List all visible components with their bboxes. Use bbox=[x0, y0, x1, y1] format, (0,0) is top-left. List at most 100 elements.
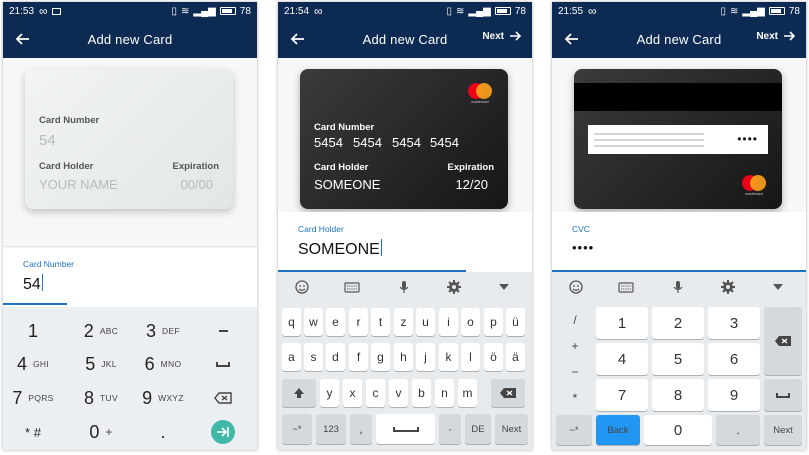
key-4[interactable]: 4 bbox=[596, 343, 648, 375]
key-k[interactable]: k bbox=[439, 343, 458, 371]
key-l[interactable]: l bbox=[461, 343, 480, 371]
next-key[interactable]: Next bbox=[764, 415, 802, 445]
backspace-key[interactable] bbox=[193, 382, 253, 414]
key-f[interactable]: f bbox=[349, 343, 368, 371]
key-4[interactable]: 4 GHI bbox=[3, 348, 63, 380]
key-5[interactable]: 5 bbox=[652, 343, 704, 375]
key-u[interactable]: u bbox=[416, 308, 435, 336]
collapse-icon[interactable] bbox=[770, 279, 786, 295]
key-star-hash[interactable]: * # bbox=[3, 416, 63, 448]
key-ae[interactable]: ä bbox=[506, 343, 525, 371]
numbers-key[interactable]: 123 bbox=[316, 414, 346, 444]
key-2[interactable]: 2 bbox=[652, 307, 704, 339]
symbols-key[interactable]: ~* bbox=[282, 414, 312, 444]
back-arrow-icon[interactable] bbox=[562, 29, 582, 49]
key-3[interactable]: 3 bbox=[708, 307, 760, 339]
settings-icon[interactable] bbox=[446, 279, 462, 295]
keyboard-icon[interactable] bbox=[618, 279, 634, 295]
shift-key[interactable] bbox=[282, 379, 316, 407]
key-o[interactable]: o bbox=[461, 308, 480, 336]
period-key[interactable]: · bbox=[439, 414, 461, 444]
key-p[interactable]: p bbox=[484, 308, 503, 336]
emoji-icon[interactable] bbox=[568, 279, 584, 295]
symbols-key[interactable]: ~* bbox=[556, 415, 592, 445]
space-key[interactable] bbox=[764, 379, 802, 411]
next-button[interactable]: Next bbox=[482, 30, 522, 42]
key-x[interactable]: x bbox=[343, 379, 362, 407]
dot-key[interactable]: . bbox=[716, 415, 760, 445]
plus-key[interactable]: + bbox=[556, 334, 594, 358]
minus-key[interactable]: − bbox=[556, 360, 594, 384]
key-a[interactable]: a bbox=[282, 343, 301, 371]
wifi-icon: ≋ bbox=[181, 5, 190, 17]
key-i[interactable]: i bbox=[439, 308, 458, 336]
key-8[interactable]: 8 TUV bbox=[71, 382, 131, 414]
key-0[interactable]: 0 + bbox=[71, 416, 131, 448]
key-7[interactable]: 7 PQRS bbox=[3, 382, 63, 414]
next-button[interactable]: Next bbox=[756, 30, 796, 42]
back-arrow-icon[interactable] bbox=[13, 29, 33, 49]
space-key[interactable] bbox=[193, 348, 253, 380]
key-8[interactable]: 8 bbox=[652, 379, 704, 411]
next-key[interactable]: Next bbox=[495, 414, 528, 444]
key-j[interactable]: j bbox=[416, 343, 435, 371]
minus-key[interactable] bbox=[193, 315, 253, 347]
asterisk-key[interactable]: * bbox=[556, 386, 594, 410]
keyboard-icon[interactable] bbox=[344, 279, 360, 295]
key-5[interactable]: 5 JKL bbox=[71, 348, 131, 380]
backspace-key[interactable] bbox=[491, 379, 525, 407]
key-1[interactable]: 1 bbox=[596, 307, 648, 339]
go-key[interactable] bbox=[193, 416, 253, 448]
status-time: 21:55 bbox=[558, 5, 584, 17]
key-7[interactable]: 7 bbox=[596, 379, 648, 411]
card-holder-field[interactable]: Card Holder SOMEONE bbox=[278, 212, 532, 272]
mic-icon[interactable] bbox=[396, 279, 412, 295]
comma-key[interactable]: , bbox=[350, 414, 372, 444]
key-b[interactable]: b bbox=[412, 379, 431, 407]
card-preview-area: mastercard Card Number 5454 5454 5454 54… bbox=[278, 58, 532, 212]
collapse-icon[interactable] bbox=[496, 279, 512, 295]
key-r[interactable]: r bbox=[349, 308, 368, 336]
key-3[interactable]: 3 DEF bbox=[133, 315, 193, 347]
key-1[interactable]: 1 bbox=[3, 315, 63, 347]
cvc-field[interactable]: CVC •••• bbox=[552, 212, 806, 272]
battery-icon bbox=[768, 7, 785, 15]
key-v[interactable]: v bbox=[389, 379, 408, 407]
space-key[interactable] bbox=[376, 414, 435, 444]
card-holder-input[interactable]: SOMEONE bbox=[298, 239, 382, 259]
key-n[interactable]: n bbox=[435, 379, 454, 407]
card-number-input[interactable]: 54 bbox=[23, 274, 43, 294]
card-number-field[interactable]: Card Number 54 bbox=[3, 248, 257, 307]
key-0[interactable]: 0 bbox=[644, 415, 712, 445]
key-c[interactable]: c bbox=[366, 379, 385, 407]
slash-key[interactable]: / bbox=[556, 308, 594, 332]
key-w[interactable]: w bbox=[304, 308, 323, 336]
key-2[interactable]: 2 ABC bbox=[71, 315, 131, 347]
emoji-icon[interactable] bbox=[294, 279, 310, 295]
key-t[interactable]: t bbox=[371, 308, 390, 336]
back-arrow-icon[interactable] bbox=[288, 29, 308, 49]
back-key[interactable]: Back bbox=[596, 415, 640, 445]
key-q[interactable]: q bbox=[282, 308, 301, 336]
key-6[interactable]: 6 MNO bbox=[133, 348, 193, 380]
cvc-input[interactable]: •••• bbox=[572, 240, 594, 255]
key-dot[interactable]: . bbox=[133, 416, 193, 448]
key-6[interactable]: 6 bbox=[708, 343, 760, 375]
key-y[interactable]: y bbox=[320, 379, 339, 407]
key-d[interactable]: d bbox=[326, 343, 345, 371]
key-e[interactable]: e bbox=[326, 308, 345, 336]
settings-icon[interactable] bbox=[720, 279, 736, 295]
mic-icon[interactable] bbox=[670, 279, 686, 295]
language-key[interactable]: DE bbox=[465, 414, 491, 444]
brand-text: mastercard bbox=[745, 192, 763, 196]
key-9[interactable]: 9 WXYZ bbox=[133, 382, 193, 414]
key-oe[interactable]: ö bbox=[484, 343, 503, 371]
backspace-key[interactable] bbox=[764, 307, 802, 375]
key-h[interactable]: h bbox=[394, 343, 413, 371]
key-ue[interactable]: ü bbox=[506, 308, 525, 336]
key-s[interactable]: s bbox=[304, 343, 323, 371]
key-m[interactable]: m bbox=[458, 379, 477, 407]
key-z[interactable]: z bbox=[394, 308, 413, 336]
key-g[interactable]: g bbox=[371, 343, 390, 371]
key-9[interactable]: 9 bbox=[708, 379, 760, 411]
